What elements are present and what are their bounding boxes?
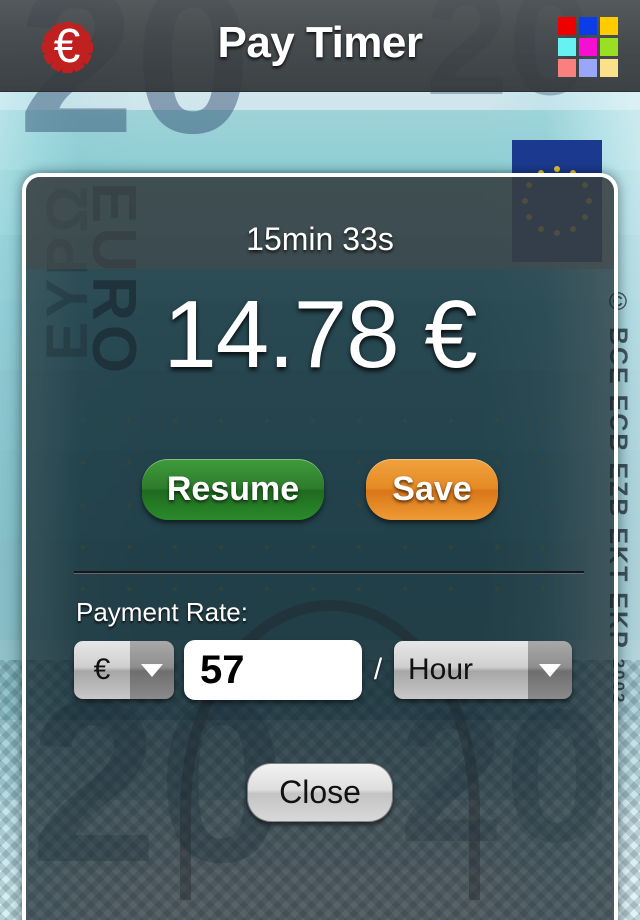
app-root: 20 20 20 20 EURO ΕΥΡΩ © BCE ECB EZB EKT …	[0, 0, 640, 920]
color-swatch-2[interactable]	[579, 17, 597, 35]
color-swatch-6[interactable]	[600, 38, 618, 56]
section-divider	[74, 571, 584, 574]
resume-button[interactable]: Resume	[142, 459, 324, 520]
color-swatch-5[interactable]	[579, 38, 597, 56]
rate-amount-input[interactable]	[184, 640, 362, 700]
close-button[interactable]: Close	[247, 763, 393, 822]
chevron-down-icon	[539, 663, 561, 677]
color-swatch-4[interactable]	[558, 38, 576, 56]
color-swatch-1[interactable]	[558, 17, 576, 35]
elapsed-timer: 15min 33s	[246, 221, 394, 257]
close-button-row: Close	[26, 763, 614, 822]
page-title: Pay Timer	[217, 18, 423, 67]
color-grid-icon[interactable]	[558, 17, 618, 77]
color-swatch-8[interactable]	[579, 59, 597, 77]
save-button[interactable]: Save	[366, 459, 498, 520]
rate-unit-select[interactable]: Hour	[394, 641, 572, 699]
rate-unit-select-value: Hour	[394, 641, 528, 699]
earned-amount: 14.78 €	[163, 281, 477, 388]
header-bar: € Pay Timer	[0, 0, 640, 92]
payment-rate-row: € / Hour	[74, 639, 584, 701]
color-swatch-9[interactable]	[600, 59, 618, 77]
rate-separator: /	[373, 653, 383, 686]
rate-unit-select-arrow[interactable]	[528, 641, 572, 699]
currency-select-arrow[interactable]	[130, 641, 174, 699]
color-swatch-7[interactable]	[558, 59, 576, 77]
currency-select-value: €	[74, 641, 130, 699]
eu-flag-star	[554, 166, 560, 172]
payment-rate-label: Payment Rate:	[76, 597, 248, 627]
action-button-row: Resume Save	[26, 459, 614, 520]
color-swatch-3[interactable]	[600, 17, 618, 35]
currency-select[interactable]: €	[74, 641, 174, 699]
chevron-down-icon	[141, 663, 163, 677]
pay-timer-dialog: 15min 33s 14.78 € Resume Save Payment Ra…	[22, 173, 618, 920]
